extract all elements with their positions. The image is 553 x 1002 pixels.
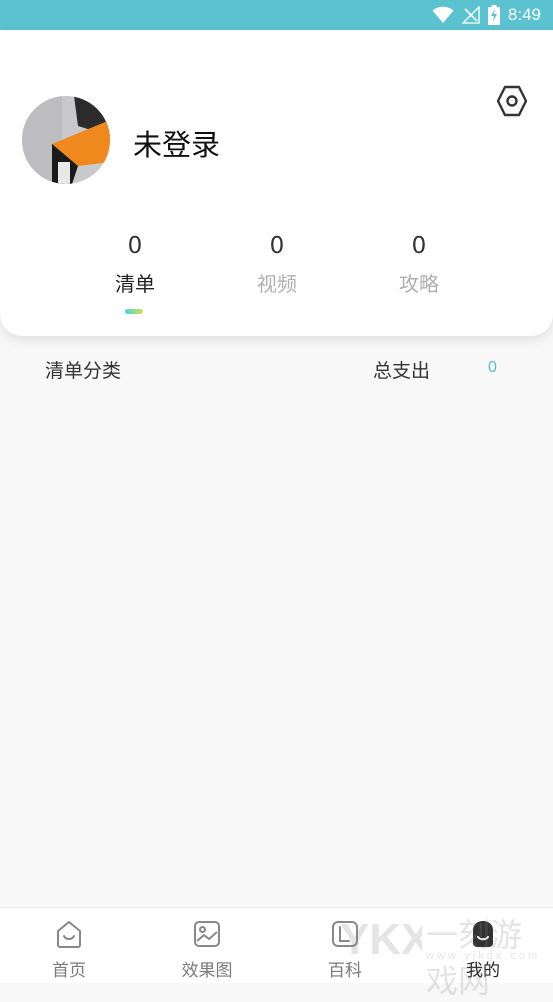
tab-video-count: 0 — [269, 233, 285, 259]
tab-video[interactable]: 0 视频 — [217, 230, 337, 306]
tab-video-label: 视频 — [257, 272, 297, 296]
profile-icon — [473, 921, 493, 947]
active-tab-indicator — [125, 309, 143, 314]
total-expense-label: 总支出 — [373, 360, 431, 382]
image-icon — [194, 921, 220, 947]
status-icons: 8:49 — [432, 0, 541, 30]
total-expense-value: 0 — [488, 359, 497, 376]
clock: 8:49 — [507, 5, 541, 24]
book-icon — [332, 921, 358, 947]
nav-gallery-label: 效果图 — [181, 961, 233, 981]
tab-guide-count: 0 — [411, 233, 427, 259]
tab-list-count: 0 — [127, 233, 143, 259]
battery-charging-icon — [487, 5, 500, 25]
profile-card: 未登录 0 清单 0 视频 0 攻略 — [0, 30, 553, 336]
nav-encyclopedia-label: 百科 — [328, 961, 362, 981]
tab-list-label: 清单 — [115, 272, 155, 296]
status-bar: 8:49 — [0, 0, 553, 30]
avatar[interactable] — [22, 96, 110, 184]
username[interactable]: 未登录 — [133, 122, 220, 164]
list-category-label[interactable]: 清单分类 — [45, 356, 121, 383]
nav-home[interactable]: 首页 — [19, 908, 119, 984]
wifi-icon — [432, 6, 454, 23]
tab-guide-label: 攻略 — [399, 272, 439, 296]
nav-mine[interactable]: 我的 — [433, 908, 533, 984]
settings-button[interactable] — [494, 83, 530, 119]
nav-encyclopedia[interactable]: 百科 — [295, 908, 395, 984]
tab-list[interactable]: 0 清单 — [75, 230, 195, 306]
no-signal-icon — [461, 6, 480, 24]
avatar-image — [22, 96, 110, 184]
nav-home-label: 首页 — [52, 961, 86, 981]
nav-mine-label: 我的 — [466, 961, 500, 981]
summary-row: 清单分类 总支出 0 — [0, 346, 553, 392]
settings-hexagon-icon — [496, 85, 528, 117]
bottom-nav: 首页 效果图 百科 我的 — [0, 907, 553, 983]
nav-gallery[interactable]: 效果图 — [157, 908, 257, 984]
tab-guide[interactable]: 0 攻略 — [359, 230, 479, 306]
home-icon — [57, 921, 81, 948]
